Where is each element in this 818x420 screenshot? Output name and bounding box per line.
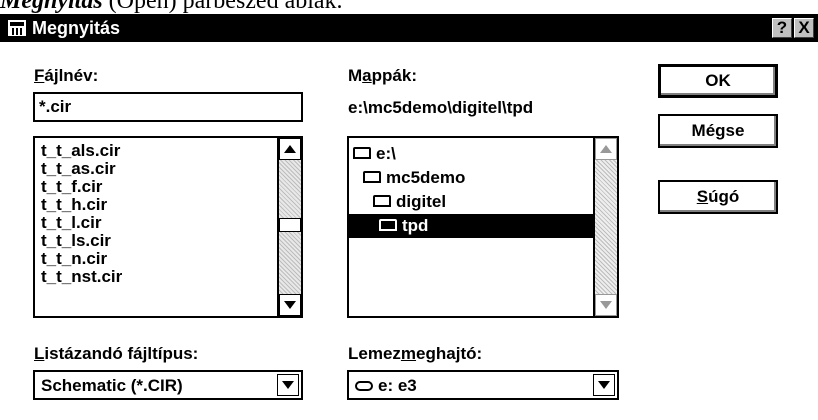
app-icon[interactable]: [8, 20, 26, 36]
file-list-item[interactable]: t_t_as.cir: [41, 160, 116, 177]
drive-label-text: eghajtó:: [416, 344, 483, 363]
file-list-scrollbar[interactable]: [277, 138, 301, 316]
drive-icon: [355, 380, 373, 391]
file-list-item[interactable]: t_t_l.cir: [41, 214, 101, 231]
cancel-button[interactable]: Mégse: [658, 114, 778, 148]
folder-item-selected[interactable]: tpd: [349, 214, 593, 238]
close-button[interactable]: X: [794, 18, 814, 38]
filetype-label: Listázandó fájltípus:: [34, 344, 198, 364]
folder-open-icon: [363, 170, 381, 183]
drive-label-accel: m: [400, 344, 417, 363]
chevron-down-icon: [282, 381, 294, 389]
title-bar[interactable]: Megnyitás ? X: [0, 14, 818, 42]
file-list-item[interactable]: t_t_n.cir: [41, 250, 107, 267]
folder-item-label: digitel: [396, 192, 447, 211]
filetype-select[interactable]: Schematic (*.CIR): [33, 370, 303, 400]
chevron-down-icon: [598, 381, 610, 389]
file-list-item[interactable]: t_t_h.cir: [41, 196, 107, 213]
file-list[interactable]: t_t_als.cir t_t_as.cir t_t_f.cir t_t_h.c…: [33, 136, 303, 318]
folder-item[interactable]: e:\: [353, 142, 593, 166]
file-scroll-thumb[interactable]: [279, 218, 301, 232]
open-dialog: Megnyitás ? X Fájlnév: *.cir t_t_als.cir…: [0, 14, 818, 420]
drive-value-wrap: e: e3: [355, 376, 417, 396]
folders-label-accel: a: [362, 66, 372, 85]
folders-label-text: ppák:: [371, 66, 417, 85]
filename-input[interactable]: *.cir: [33, 92, 303, 122]
folder-open-icon: [353, 146, 371, 159]
drive-label-pre: Lemez: [348, 344, 401, 363]
file-scroll-up-button[interactable]: [279, 138, 301, 160]
filename-value: *.cir: [39, 97, 72, 116]
caption-text: Megnyitás (Open) párbeszéd ablak.: [0, 0, 818, 14]
arrow-down-icon: [600, 301, 612, 309]
dialog-title: Megnyitás: [32, 18, 121, 38]
filename-label-text: ájlnév:: [44, 66, 99, 85]
file-list-item[interactable]: t_t_nst.cir: [41, 268, 122, 285]
file-list-item[interactable]: t_t_ls.cir: [41, 232, 111, 249]
help-title-button[interactable]: ?: [772, 18, 792, 38]
current-path: e:\mc5demo\digitel\tpd: [348, 98, 534, 117]
file-scroll-down-button[interactable]: [279, 294, 301, 316]
folder-item[interactable]: mc5demo: [363, 166, 593, 190]
help-button-accel: S: [696, 187, 709, 206]
filename-label-accel: F: [34, 66, 45, 85]
folder-item-label: tpd: [402, 216, 429, 235]
filename-label: Fájlnév:: [34, 66, 98, 86]
folders-label: Mappák:: [348, 66, 417, 86]
caption-bold: Megnyitás: [0, 0, 103, 14]
filetype-label-text: istázandó fájltípus:: [44, 344, 199, 363]
drive-select[interactable]: e: e3: [347, 370, 619, 400]
arrow-up-icon: [600, 145, 612, 153]
filetype-value: Schematic (*.CIR): [41, 376, 183, 395]
folder-scroll-up-button[interactable]: [595, 138, 617, 160]
folder-open-icon: [373, 194, 391, 207]
drive-dropdown-button[interactable]: [593, 374, 615, 396]
folder-item-label: e:\: [376, 144, 396, 163]
folders-label-pre: M: [348, 66, 363, 85]
help-button[interactable]: Súgó: [658, 180, 778, 214]
file-list-item[interactable]: t_t_als.cir: [41, 142, 120, 159]
drive-value: e: e3: [378, 376, 417, 395]
arrow-down-icon: [284, 301, 296, 309]
file-list-item[interactable]: t_t_f.cir: [41, 178, 102, 195]
help-button-text: úgó: [708, 187, 740, 206]
filetype-dropdown-button[interactable]: [277, 374, 299, 396]
folder-open-icon: [379, 218, 397, 231]
folder-item[interactable]: digitel: [373, 190, 593, 214]
folder-item-label: mc5demo: [386, 168, 466, 187]
ok-button[interactable]: OK: [658, 64, 778, 98]
folder-list[interactable]: e:\ mc5demo digitel tpd: [347, 136, 619, 318]
drive-label: Lemezmeghajtó:: [348, 344, 482, 364]
folder-scroll-down-button[interactable]: [595, 294, 617, 316]
caption-rest: (Open) párbeszéd ablak.: [102, 0, 343, 14]
folder-list-scrollbar[interactable]: [593, 138, 617, 316]
filetype-label-accel: L: [34, 344, 45, 363]
arrow-up-icon: [284, 145, 296, 153]
